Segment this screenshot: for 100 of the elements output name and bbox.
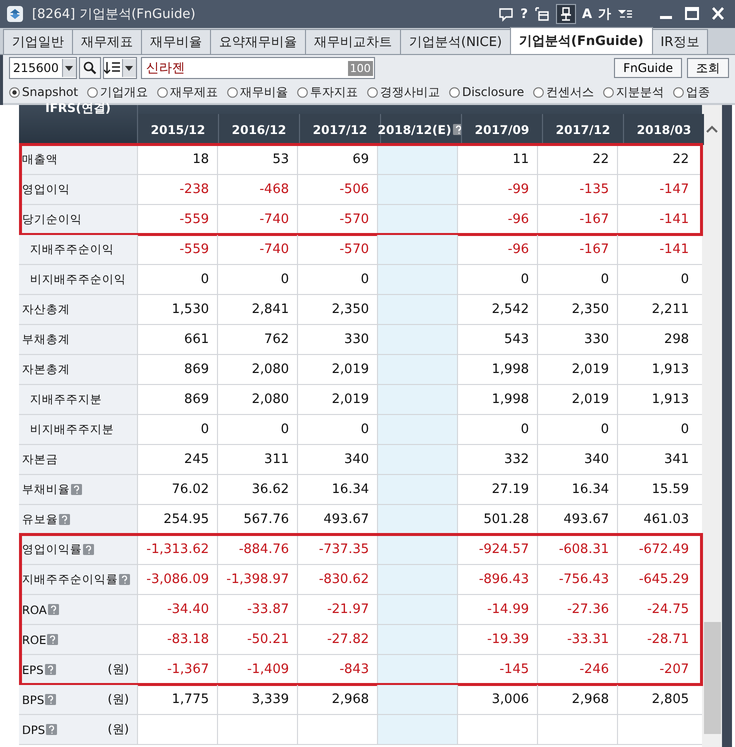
section-radio[interactable]: 경쟁사비교: [367, 84, 440, 100]
toolbar-button[interactable]: FnGuide: [614, 58, 682, 78]
table-cell: -1,398.97: [217, 565, 297, 594]
section-radio[interactable]: 재무비율: [227, 84, 288, 100]
tab[interactable]: 재무비율: [141, 29, 211, 54]
radio-icon[interactable]: [367, 86, 378, 98]
radio-icon[interactable]: [533, 86, 544, 98]
section-radio[interactable]: Snapshot: [9, 85, 78, 99]
table-cell: -96: [457, 235, 537, 264]
table-cell: 2,841: [217, 295, 297, 324]
table-cell: 869: [137, 385, 217, 414]
table-cell: -740: [217, 235, 297, 264]
tab[interactable]: 재무비교차트: [305, 29, 401, 54]
table-cell: 340: [537, 445, 617, 474]
table-cell: 0: [617, 265, 697, 294]
radio-icon[interactable]: [297, 86, 308, 98]
radio-icon[interactable]: [87, 86, 98, 98]
toolbar-char-icon[interactable]: A: [582, 6, 592, 22]
tab[interactable]: 기업일반: [3, 29, 73, 54]
row-label: ROE: [22, 632, 46, 646]
row-label: 영업이익: [22, 182, 70, 197]
row-label: DPS: [22, 722, 46, 736]
table-cell: -924.57: [457, 535, 537, 564]
scrollbar[interactable]: [702, 105, 722, 747]
radio-icon[interactable]: [673, 86, 684, 98]
column-header: 2017/09: [461, 114, 542, 145]
table-cell: 2,968: [537, 685, 617, 714]
unit-label: (원): [108, 661, 129, 678]
unit-label: (원): [108, 691, 129, 708]
window-title: [8264] 기업분석(FnGuide): [32, 6, 196, 23]
chat-icon[interactable]: [498, 6, 514, 22]
table-cell: -645.29: [617, 565, 697, 594]
table-cell: 1,998: [457, 385, 537, 414]
section-radio[interactable]: 투자지표: [297, 84, 358, 100]
caret-icon[interactable]: [65, 66, 74, 70]
radio-icon[interactable]: [603, 86, 614, 98]
company-name-field[interactable]: 신라젠 100: [140, 57, 375, 79]
column-header: 2015/12: [137, 114, 218, 145]
section-radio[interactable]: 컨센서스: [533, 84, 594, 100]
toolbar-char-icon[interactable]: 가: [598, 5, 611, 23]
tab[interactable]: IR정보: [652, 29, 708, 54]
unit-label: (원): [108, 721, 129, 738]
table-cell: -559: [137, 205, 217, 234]
search-button[interactable]: [78, 57, 101, 79]
table-cell: 330: [537, 325, 617, 354]
table-cell: 2,542: [457, 295, 537, 324]
scroll-thumb[interactable]: [704, 622, 720, 734]
table-cell: 53: [217, 145, 297, 174]
table-cell: -145: [457, 655, 537, 684]
table-cell: 762: [217, 325, 297, 354]
row-label: ROA: [22, 602, 47, 616]
pin-icon[interactable]: [556, 4, 576, 24]
table-cell: -147: [617, 175, 697, 204]
table-cell: -135: [537, 175, 617, 204]
table-cell: -1,367: [137, 655, 217, 684]
table-cell: 0: [137, 265, 217, 294]
table-cell: -19.39: [457, 625, 537, 654]
table-cell: 22: [537, 145, 617, 174]
table-cell: -27.36: [537, 595, 617, 624]
table-cell: 341: [617, 445, 697, 474]
table-cell: 298: [617, 325, 697, 354]
table-cell: 661: [137, 325, 217, 354]
column-header: 2017/12: [542, 114, 623, 145]
toolbar-char-icon[interactable]: ?: [520, 6, 528, 22]
section-radio[interactable]: 업종: [673, 84, 710, 100]
section-radio[interactable]: Disclosure: [449, 85, 524, 99]
table-cell: 2,805: [617, 685, 697, 714]
radio-icon[interactable]: [9, 86, 20, 98]
tab[interactable]: 기업분석(NICE): [400, 29, 511, 54]
radio-icon[interactable]: [449, 86, 460, 98]
table-cell: -33.31: [537, 625, 617, 654]
table-cell: 22: [617, 145, 697, 174]
toolbar-button[interactable]: 조회: [687, 58, 729, 78]
section-radio[interactable]: 지분분석: [603, 84, 664, 100]
row-label: 자산총계: [22, 302, 70, 317]
table-cell: -1,409: [217, 655, 297, 684]
scroll-up-icon[interactable]: [706, 125, 718, 133]
table-cell: -238: [137, 175, 217, 204]
section-radio[interactable]: 기업개요: [87, 84, 148, 100]
table-cell: -896.43: [457, 565, 537, 594]
tab[interactable]: 재무제표: [72, 29, 142, 54]
radio-icon[interactable]: [157, 86, 168, 98]
table-cell: -141: [617, 235, 697, 264]
table-cell: 332: [457, 445, 537, 474]
sort-button[interactable]: [102, 57, 137, 79]
window-icon[interactable]: [534, 6, 550, 22]
radio-icon[interactable]: [227, 86, 238, 98]
table-cell: 2,019: [537, 355, 617, 384]
table-cell: 0: [537, 415, 617, 444]
caret-icon[interactable]: [125, 66, 134, 70]
table-cell: 15.59: [617, 475, 697, 504]
tab[interactable]: 기업분석(FnGuide): [510, 27, 653, 54]
table-cell: 2,350: [537, 295, 617, 324]
column-header: 2017/12: [299, 114, 380, 145]
table-cell: 16.34: [537, 475, 617, 504]
table-cell: 0: [457, 415, 537, 444]
table-cell: 2,211: [617, 295, 697, 324]
section-radio[interactable]: 재무제표: [157, 84, 218, 100]
tab[interactable]: 요약재무비율: [210, 29, 306, 54]
stock-code-combo[interactable]: 215600: [9, 57, 77, 79]
